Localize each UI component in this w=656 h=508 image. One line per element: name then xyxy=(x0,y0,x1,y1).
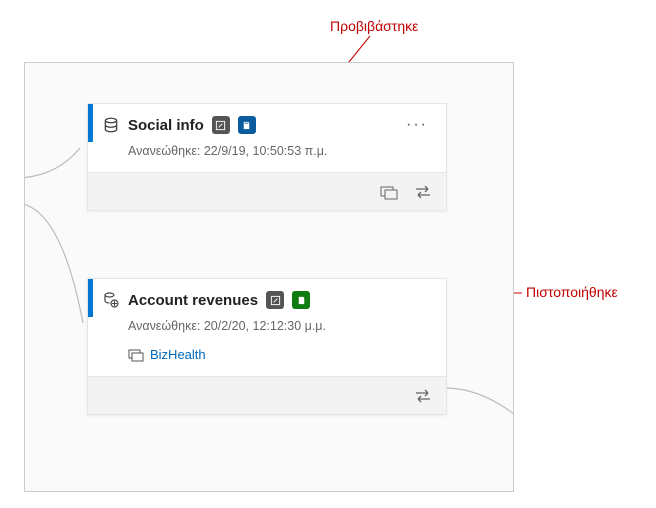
lineage-arrows-icon[interactable] xyxy=(414,184,432,200)
dataflow-icon xyxy=(102,291,120,309)
annotation-promoted: Προβιβάστηκε xyxy=(330,18,418,34)
workspace-link[interactable]: BizHealth xyxy=(88,347,446,376)
sensitivity-badge-icon xyxy=(212,116,230,134)
lineage-card[interactable]: Social info ··· Ανανεώθηκε: 22/9/19, 10:… xyxy=(87,103,447,211)
more-options-button[interactable]: ··· xyxy=(402,116,432,134)
annotation-certified: Πιστοποιήθηκε xyxy=(526,284,618,300)
refreshed-label: Ανανεώθηκε: 22/9/19, 10:50:53 π.μ. xyxy=(88,138,446,172)
lineage-arrows-icon[interactable] xyxy=(414,388,432,404)
workspace-icon xyxy=(128,348,144,362)
certified-badge-icon xyxy=(292,291,310,309)
card-footer xyxy=(88,172,446,210)
card-title: Social info xyxy=(128,117,204,134)
sensitivity-badge-icon xyxy=(266,291,284,309)
refreshed-label: Ανανεώθηκε: 20/2/20, 12:12:30 μ.μ. xyxy=(88,313,446,347)
dataset-icon xyxy=(102,116,120,134)
lineage-card[interactable]: Account revenues Ανανεώθηκε: 20/2/20, 12… xyxy=(87,278,447,415)
promoted-badge-icon xyxy=(238,116,256,134)
card-accent xyxy=(88,279,93,317)
workspace-name: BizHealth xyxy=(150,347,206,362)
card-title: Account revenues xyxy=(128,292,258,309)
lineage-canvas: Social info ··· Ανανεώθηκε: 22/9/19, 10:… xyxy=(24,62,514,492)
card-accent xyxy=(88,104,93,142)
related-icon[interactable] xyxy=(380,184,398,200)
card-footer xyxy=(88,376,446,414)
